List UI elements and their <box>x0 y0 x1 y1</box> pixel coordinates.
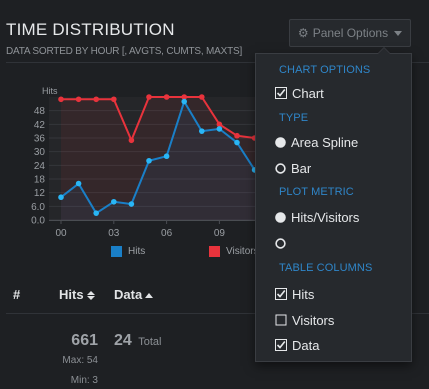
checkbox-unchecked-icon <box>275 314 287 326</box>
panel-options-menu: CHART OPTIONS Chart TYPE Area Spline Bar… <box>255 47 412 362</box>
data-point-hits <box>199 128 205 134</box>
menu-item-chart[interactable]: Chart <box>275 85 324 101</box>
hits-total: 661 <box>71 332 98 349</box>
radio-selected-icon <box>275 136 286 148</box>
data-point-visitors <box>163 94 170 100</box>
y-tick-label: 6.0 <box>31 202 45 213</box>
data-point-visitors <box>128 137 135 144</box>
menu-heading-table-columns: TABLE COLUMNS <box>279 262 373 274</box>
x-tick-label: 03 <box>108 228 120 239</box>
legend-label-visitors: Visitors <box>226 246 259 257</box>
data-point-hits <box>181 98 187 105</box>
panel-title: TIME DISTRIBUTION <box>6 20 175 39</box>
y-tick-label: 24 <box>34 161 46 172</box>
data-point-visitors <box>199 94 205 100</box>
data-point-visitors <box>111 96 117 103</box>
menu-heading-type: TYPE <box>279 112 309 124</box>
radio-unselected-icon <box>275 237 286 249</box>
column-header-index: # <box>13 287 21 302</box>
column-header-data[interactable]: Data <box>114 287 154 302</box>
data-point-hits <box>58 194 64 201</box>
panel-options-button[interactable]: ⚙ Panel Options <box>289 19 411 47</box>
menu-item-col-visitors[interactable]: Visitors <box>275 312 334 328</box>
data-point-hits <box>75 180 82 187</box>
caret-down-icon <box>394 30 403 36</box>
radio-selected-icon <box>275 211 286 223</box>
menu-item-col-data[interactable]: Data <box>275 337 319 353</box>
legend-swatch-visitors <box>209 246 220 257</box>
data-point-visitors <box>146 94 152 100</box>
menu-item-area-spline[interactable]: Area Spline <box>275 134 358 150</box>
x-tick-label: 06 <box>161 228 173 239</box>
data-point-hits <box>234 139 240 146</box>
checkbox-checked-icon <box>275 288 287 300</box>
legend-swatch-hits <box>111 246 122 257</box>
data-point-hits <box>128 201 135 207</box>
y-tick-label: 30 <box>34 147 46 158</box>
data-total: 24 Total <box>114 332 162 349</box>
checkbox-checked-icon <box>275 87 287 99</box>
sort-both-icon <box>86 291 95 301</box>
menu-item-bar[interactable]: Bar <box>275 160 311 176</box>
y-tick-label: 18 <box>34 175 46 186</box>
data-point-hits <box>163 153 170 160</box>
y-axis-label: Hits <box>42 86 58 96</box>
legend-item-visitors[interactable]: Visitors <box>209 246 259 257</box>
menu-heading-chart-options: CHART OPTIONS <box>279 64 371 76</box>
sort-ascending-icon <box>145 293 154 299</box>
menu-item-col-hits[interactable]: Hits <box>275 286 314 302</box>
radio-unselected-icon <box>275 162 286 174</box>
data-total-suffix: Total <box>138 336 162 348</box>
column-header-hits[interactable]: Hits <box>59 287 95 302</box>
panel-subtitle: DATA SORTED BY HOUR [, AVGTS, CUMTS, MAX… <box>6 46 243 57</box>
y-tick-label: 0.0 <box>31 216 45 227</box>
checkbox-checked-icon <box>275 339 287 351</box>
data-point-hits <box>216 126 223 132</box>
data-point-hits <box>146 157 152 164</box>
data-point-visitors <box>58 96 64 103</box>
data-point-hits <box>93 210 99 216</box>
hits-max: Max: 54 <box>62 355 98 366</box>
legend-label-hits: Hits <box>128 246 146 257</box>
menu-item-hits-visitors[interactable]: Hits/Visitors <box>275 209 359 225</box>
y-tick-label: 12 <box>34 188 46 199</box>
data-point-visitors <box>93 96 99 103</box>
data-point-hits <box>111 198 117 205</box>
y-tick-label: 42 <box>34 120 46 131</box>
menu-item-metric-second[interactable] <box>275 235 291 251</box>
hits-min: Min: 3 <box>70 375 98 386</box>
x-tick-label: 00 <box>55 228 67 239</box>
menu-heading-plot-metric: PLOT METRIC <box>279 186 354 198</box>
gear-icon: ⚙ <box>297 26 309 40</box>
data-point-visitors <box>234 132 240 139</box>
x-tick-label: 09 <box>214 228 226 239</box>
legend-item-hits[interactable]: Hits <box>111 246 145 257</box>
panel-options-label: Panel Options <box>312 26 389 40</box>
y-tick-label: 48 <box>34 106 46 117</box>
data-point-visitors <box>75 96 82 103</box>
y-tick-label: 36 <box>34 134 46 145</box>
